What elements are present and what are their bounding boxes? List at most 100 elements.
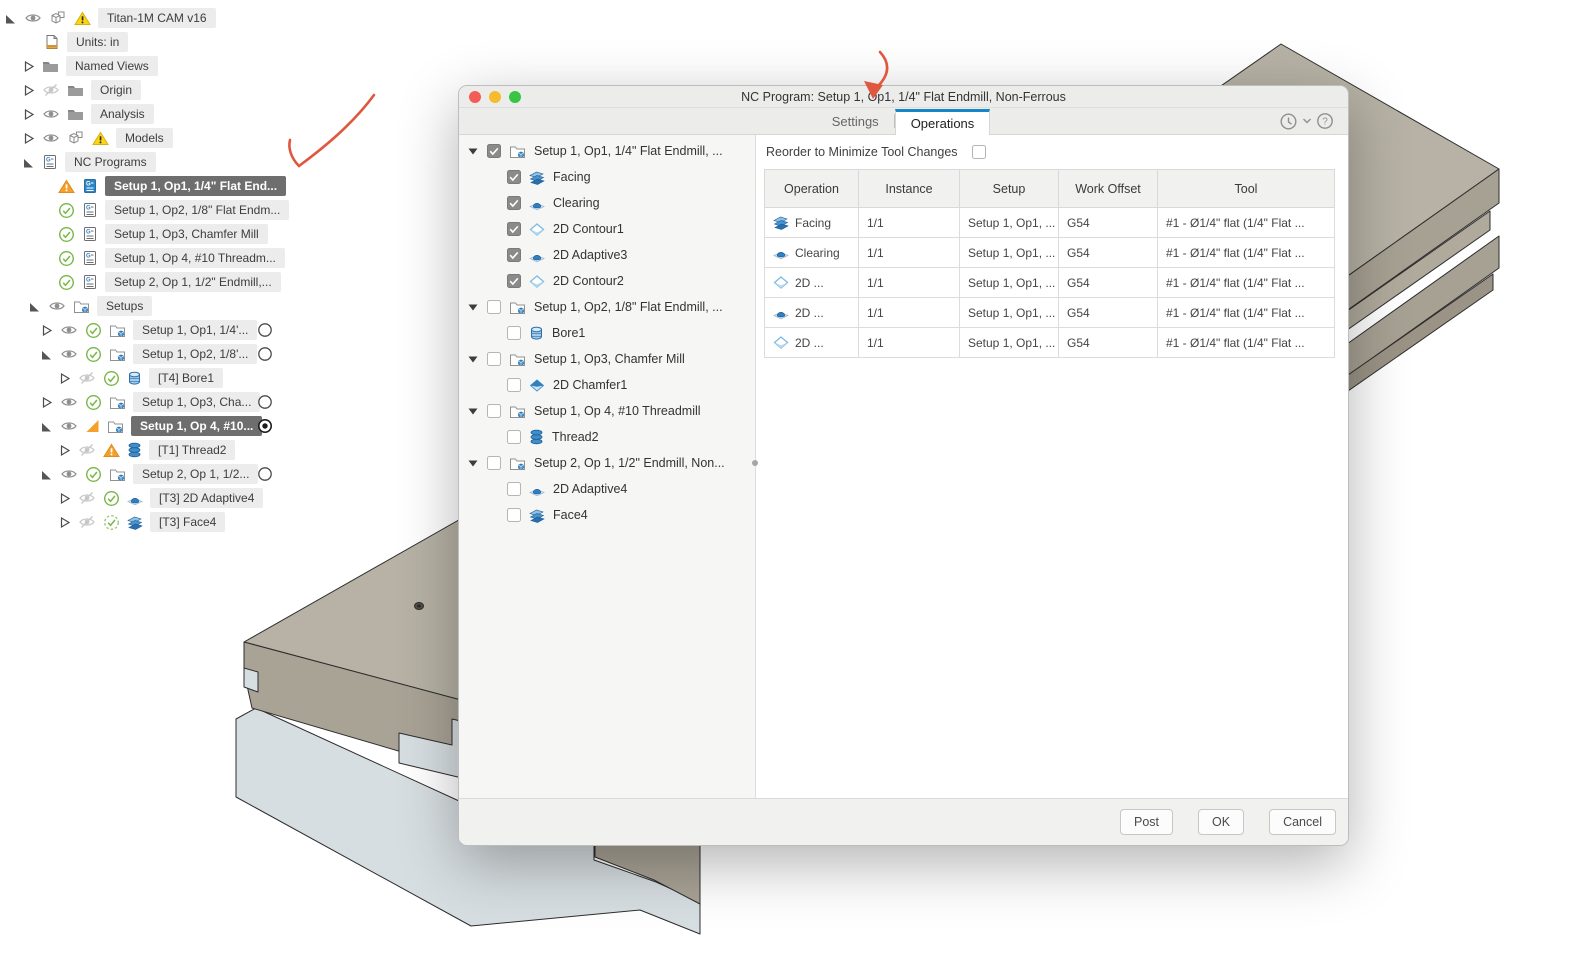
browser-row[interactable]: Setup 1, Op3, Cha...	[40, 390, 260, 414]
eye-icon[interactable]	[60, 419, 78, 433]
expander-expanded-icon[interactable]	[28, 300, 41, 313]
operation-row[interactable]: Face4	[459, 502, 755, 528]
expander-expanded-icon[interactable]	[40, 420, 53, 433]
expander-collapsed-icon[interactable]	[40, 324, 53, 337]
browser-item-label[interactable]: Models	[116, 128, 173, 148]
setup-active-radio-icon[interactable]	[257, 322, 273, 338]
checkbox[interactable]	[487, 404, 501, 418]
operation-row[interactable]: 2D Contour1	[459, 216, 755, 242]
browser-row[interactable]: GSetup 1, Op2, 1/8" Flat Endm...	[58, 198, 289, 222]
expander-collapsed-icon[interactable]	[58, 516, 71, 529]
history-clock-icon[interactable]	[1279, 112, 1298, 131]
checkbox[interactable]	[507, 326, 521, 340]
checkbox[interactable]	[487, 456, 501, 470]
operation-row[interactable]: Clearing	[459, 190, 755, 216]
operation-row[interactable]: 2D Adaptive3	[459, 242, 755, 268]
panel-splitter-handle[interactable]	[752, 460, 758, 466]
setup-active-radio-icon[interactable]	[257, 418, 273, 434]
operation-row[interactable]: 2D Chamfer1	[459, 372, 755, 398]
setup-active-radio-icon[interactable]	[257, 466, 273, 482]
checkbox[interactable]	[487, 352, 501, 366]
eye-off-icon[interactable]	[42, 83, 60, 97]
table-row[interactable]: Facing1/1Setup 1, Op1, ...G54#1 - Ø1/4" …	[765, 208, 1335, 238]
operation-row[interactable]: Bore1	[459, 320, 755, 346]
close-window-button[interactable]	[469, 91, 481, 103]
maximize-window-button[interactable]	[509, 91, 521, 103]
browser-row[interactable]: Models	[22, 126, 173, 150]
expander-collapsed-icon[interactable]	[22, 108, 35, 121]
help-icon[interactable]: ?	[1316, 112, 1334, 130]
dialog-titlebar[interactable]: NC Program: Setup 1, Op1, 1/4" Flat Endm…	[459, 86, 1348, 108]
browser-item-label[interactable]: Units: in	[67, 32, 128, 52]
browser-row[interactable]: Setups	[28, 294, 152, 318]
browser-row[interactable]: Titan-1M CAM v16	[4, 6, 216, 30]
post-button[interactable]: Post	[1120, 809, 1173, 835]
expander-expanded-icon[interactable]	[40, 468, 53, 481]
eye-icon[interactable]	[60, 347, 78, 361]
browser-row[interactable]: Analysis	[22, 102, 154, 126]
operations-group-row[interactable]: Setup 2, Op 1, 1/2" Endmill, Non...	[459, 450, 755, 476]
table-row[interactable]: Clearing1/1Setup 1, Op1, ...G54#1 - Ø1/4…	[765, 238, 1335, 268]
setup-active-radio-icon[interactable]	[257, 346, 273, 362]
browser-item-label[interactable]: Analysis	[91, 104, 154, 124]
browser-row[interactable]: Setup 1, Op2, 1/8'...	[40, 342, 257, 366]
expander-collapsed-icon[interactable]	[58, 444, 71, 457]
expander-expanded-icon[interactable]	[4, 12, 17, 25]
chevron-down-icon[interactable]	[1302, 117, 1312, 125]
eye-icon[interactable]	[48, 299, 66, 313]
browser-row[interactable]: Setup 1, Op1, 1/4'...	[40, 318, 257, 342]
browser-row[interactable]: GNC Programs	[22, 150, 156, 174]
browser-row[interactable]: GSetup 2, Op 1, 1/2" Endmill,...	[58, 270, 281, 294]
eye-off-icon[interactable]	[78, 443, 96, 457]
operation-row[interactable]: Facing	[459, 164, 755, 190]
browser-item-label[interactable]: [T4] Bore1	[149, 368, 223, 388]
browser-row[interactable]: Named Views	[22, 54, 158, 78]
browser-item-label[interactable]: Setup 1, Op3, Cha...	[133, 392, 260, 412]
operations-group-row[interactable]: Setup 1, Op 4, #10 Threadmill	[459, 398, 755, 424]
browser-row[interactable]: Origin	[22, 78, 141, 102]
eye-off-icon[interactable]	[78, 371, 96, 385]
reorder-checkbox[interactable]	[972, 145, 986, 159]
browser-item-label[interactable]: Setup 2, Op 1, 1/2" Endmill,...	[105, 272, 281, 292]
eye-icon[interactable]	[60, 323, 78, 337]
checkbox[interactable]	[507, 482, 521, 496]
expander-collapsed-icon[interactable]	[58, 492, 71, 505]
browser-item-label[interactable]: [T3] 2D Adaptive4	[150, 488, 263, 508]
setup-active-radio-icon[interactable]	[257, 394, 273, 410]
browser-item-label[interactable]: Setup 1, Op3, Chamfer Mill	[105, 224, 268, 244]
browser-item-label[interactable]: NC Programs	[65, 152, 156, 172]
checkbox[interactable]	[507, 196, 521, 210]
operations-group-row[interactable]: Setup 1, Op3, Chamfer Mill	[459, 346, 755, 372]
browser-row[interactable]: [T4] Bore1	[58, 366, 223, 390]
checkbox[interactable]	[507, 430, 521, 444]
cancel-button[interactable]: Cancel	[1269, 809, 1336, 835]
expander-expanded-icon[interactable]	[22, 156, 35, 169]
operation-row[interactable]: 2D Contour2	[459, 268, 755, 294]
browser-item-label[interactable]: Setup 2, Op 1, 1/2...	[133, 464, 258, 484]
operation-row[interactable]: Thread2	[459, 424, 755, 450]
browser-row[interactable]: GSetup 1, Op 4, #10 Threadm...	[58, 246, 285, 270]
checkbox[interactable]	[507, 170, 521, 184]
checkbox[interactable]	[487, 300, 501, 314]
eye-off-icon[interactable]	[78, 515, 96, 529]
ok-button[interactable]: OK	[1198, 809, 1244, 835]
browser-item-label[interactable]: Setup 1, Op 4, #10...	[131, 416, 262, 436]
checkbox[interactable]	[487, 144, 501, 158]
operations-group-row[interactable]: Setup 1, Op2, 1/8" Flat Endmill, ...	[459, 294, 755, 320]
eye-icon[interactable]	[42, 131, 60, 145]
browser-row[interactable]: [T1] Thread2	[58, 438, 235, 462]
minimize-window-button[interactable]	[489, 91, 501, 103]
browser-item-label[interactable]: Titan-1M CAM v16	[98, 8, 216, 28]
browser-item-label[interactable]: Setup 1, Op1, 1/4'...	[133, 320, 257, 340]
table-row[interactable]: 2D ...1/1Setup 1, Op1, ...G54#1 - Ø1/4" …	[765, 298, 1335, 328]
table-row[interactable]: 2D ...1/1Setup 1, Op1, ...G54#1 - Ø1/4" …	[765, 268, 1335, 298]
checkbox[interactable]	[507, 222, 521, 236]
expander-expanded-icon[interactable]	[40, 348, 53, 361]
expander-collapsed-icon[interactable]	[40, 396, 53, 409]
checkbox[interactable]	[507, 248, 521, 262]
eye-icon[interactable]	[60, 395, 78, 409]
expander-collapsed-icon[interactable]	[22, 60, 35, 73]
browser-row[interactable]: Units: in	[44, 30, 128, 54]
browser-row[interactable]: [T3] Face4	[58, 510, 225, 534]
checkbox[interactable]	[507, 508, 521, 522]
